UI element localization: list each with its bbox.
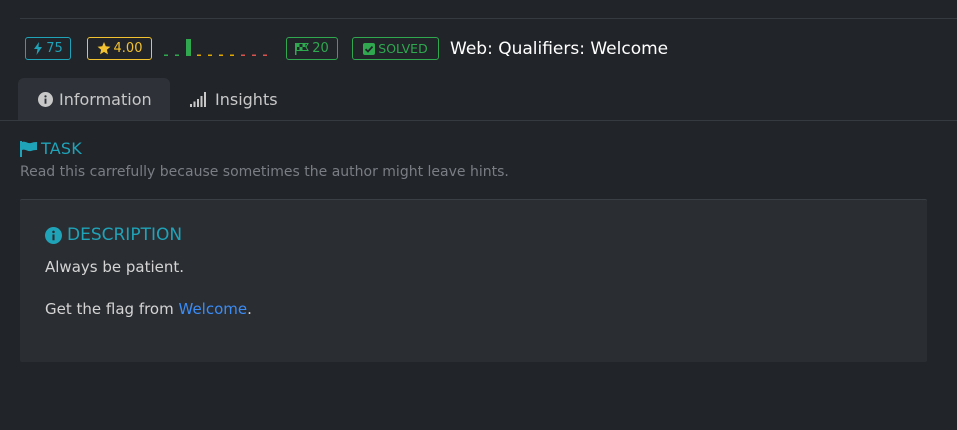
task-heading-label: TASK (41, 139, 82, 158)
description-line-1: Always be patient. (45, 258, 185, 276)
flag-icon (20, 140, 37, 157)
solved-status-badge: SOLVED (352, 37, 439, 60)
top-divider (20, 18, 957, 19)
points-badge: 75 (25, 37, 71, 60)
description-line-2: Get the flag from Welcome. (45, 300, 252, 318)
tab-insights-label: Insights (215, 89, 278, 109)
rating-distribution-bar (241, 54, 245, 56)
points-value: 75 (46, 41, 63, 56)
tab-information-label: Information (59, 89, 152, 109)
rating-badge: 4.00 (87, 37, 152, 60)
tab-insights[interactable]: Insights (170, 78, 278, 120)
description-heading-label: DESCRIPTION (67, 225, 183, 245)
bolt-icon (34, 42, 43, 55)
task-heading: TASK (20, 139, 82, 158)
challenge-title: Web: Qualifiers: Welcome (450, 38, 669, 59)
bar-signal-icon (190, 91, 206, 107)
rating-distribution-bar (186, 39, 191, 56)
rating-distribution-bar (164, 54, 168, 56)
rating-distribution-bar (197, 54, 201, 56)
rating-distribution-bar (208, 54, 212, 56)
info-circle-icon (38, 91, 53, 107)
rating-value: 4.00 (113, 41, 143, 56)
status-label: SOLVED (378, 41, 428, 56)
rating-distribution-chart (164, 39, 267, 56)
description-line-2-prefix: Get the flag from (45, 300, 179, 318)
rating-distribution-bar (263, 54, 267, 56)
description-panel: DESCRIPTION Always be patient. Get the f… (20, 199, 927, 362)
rating-distribution-bar (230, 54, 234, 56)
challenge-header: 75 4.00 20 SOLVED Web: Qualifiers: Welco… (25, 37, 668, 60)
info-circle-icon (45, 226, 62, 244)
tab-bar: Information Insights (18, 78, 278, 120)
star-icon (97, 42, 110, 55)
check-square-icon (363, 42, 376, 55)
solves-badge: 20 (286, 37, 338, 60)
rating-distribution-bar (175, 54, 179, 56)
checkered-flag-icon (295, 42, 310, 55)
tab-information[interactable]: Information (18, 78, 170, 120)
rating-distribution-bar (252, 54, 256, 56)
task-subtitle: Read this carrefully because sometimes t… (20, 164, 509, 180)
description-heading: DESCRIPTION (45, 225, 182, 245)
tab-divider (0, 120, 957, 121)
solves-value: 20 (312, 41, 329, 56)
welcome-link[interactable]: Welcome (179, 300, 248, 318)
description-line-2-suffix: . (247, 300, 252, 318)
rating-distribution-bar (219, 54, 223, 56)
